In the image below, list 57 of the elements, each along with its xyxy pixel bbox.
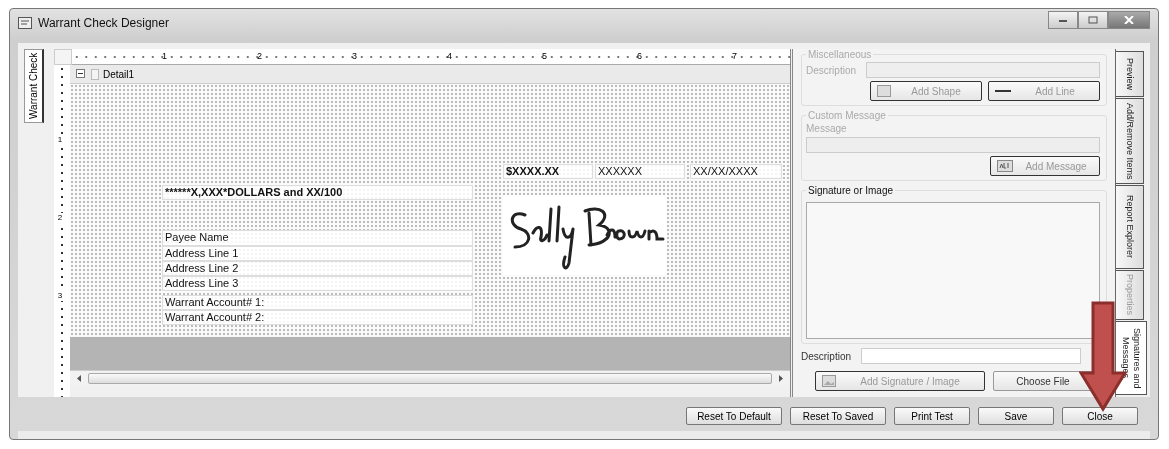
horizontal-scrollbar[interactable]: [70, 370, 790, 385]
footer-button[interactable]: Print Test: [894, 407, 970, 425]
side-tab[interactable]: Add/Remove Items: [1116, 98, 1144, 184]
collapse-toggle[interactable]: [76, 68, 87, 80]
line-icon: [995, 89, 1011, 93]
side-tab[interactable]: Preview: [1116, 51, 1144, 97]
footer-button[interactable]: Reset To Default: [686, 407, 782, 425]
ruler-number: 2: [56, 213, 64, 223]
footer-button[interactable]: Save: [978, 407, 1054, 425]
report-field[interactable]: Address Line 2: [162, 261, 473, 276]
report-field[interactable]: Payee Name: [162, 230, 473, 246]
maximize-button[interactable]: [1078, 11, 1108, 29]
scroll-thumb[interactable]: [88, 372, 772, 384]
app-icon: [18, 17, 32, 29]
minimize-button[interactable]: [1048, 11, 1078, 29]
report-field[interactable]: ******X,XXX*DOLLARS and XX/100: [162, 185, 473, 200]
scroll-right-icon: [778, 374, 784, 382]
close-icon: [1124, 16, 1134, 24]
report-field[interactable]: Address Line 3: [162, 276, 473, 291]
report-field[interactable]: $XXXX.XX: [503, 164, 593, 179]
group-title: Miscellaneous: [807, 49, 873, 60]
field-label: Description: [801, 350, 852, 362]
footer-button[interactable]: Close: [1062, 407, 1138, 425]
group-title: Signature or Image: [807, 185, 895, 196]
section-icon: [91, 68, 99, 80]
maximize-icon: [1088, 16, 1098, 24]
side-tab[interactable]: Warrant Check: [24, 49, 44, 123]
scroll-left-icon: [76, 374, 82, 382]
side-tab[interactable]: Report Explorer: [1116, 185, 1144, 269]
description-field[interactable]: [861, 348, 1081, 364]
side-tab[interactable]: Signatures and Messages: [1116, 321, 1147, 395]
ruler-number: 3: [56, 291, 64, 301]
group-title: Custom Message: [807, 110, 887, 121]
ruler-number: 5: [541, 50, 547, 63]
close-button[interactable]: [1108, 11, 1150, 29]
field-label: Message: [806, 123, 848, 134]
ruler-number: 2: [256, 50, 262, 63]
window-title: Warrant Check Designer: [38, 16, 169, 30]
ruler-number: 1: [161, 50, 167, 63]
report-field[interactable]: Warrant Account# 2:: [162, 310, 473, 325]
minimize-icon: [1058, 17, 1068, 23]
ruler-number: 3: [351, 50, 357, 63]
shape-icon: [877, 85, 891, 97]
footer-button[interactable]: Reset To Saved: [790, 407, 886, 425]
ruler-number: 7: [731, 50, 737, 63]
ruler-number: 1: [56, 135, 64, 145]
panel-button[interactable]: Choose File: [993, 371, 1093, 391]
text-field-icon: [997, 160, 1013, 172]
report-field[interactable]: Address Line 1: [162, 246, 473, 261]
report-field[interactable]: XX/XX/XXXX: [690, 164, 782, 179]
section-label: Detail1: [103, 68, 135, 80]
report-field[interactable]: Warrant Account# 1:: [162, 295, 473, 310]
field-label: Description: [806, 64, 857, 76]
report-field[interactable]: XXXXXX: [595, 164, 685, 179]
ruler-number: 4: [446, 50, 452, 63]
ruler-number: 6: [636, 50, 642, 63]
image-icon: [822, 375, 836, 387]
